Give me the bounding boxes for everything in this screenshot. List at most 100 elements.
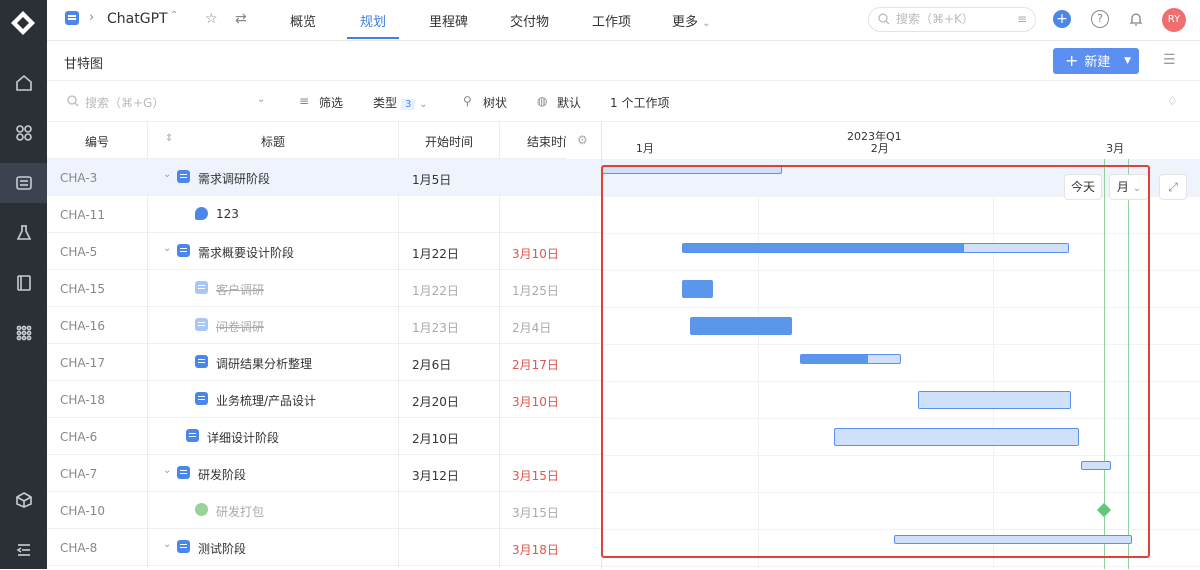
fullscreen-icon[interactable]: ⤢: [1159, 174, 1187, 200]
gantt-bar[interactable]: [682, 280, 713, 298]
caret-down-icon: ▼: [1124, 56, 1131, 66]
column-id[interactable]: 编号: [85, 133, 109, 150]
flask-icon[interactable]: [0, 213, 47, 253]
help-icon[interactable]: ?: [1091, 10, 1109, 28]
work-item-count: 1 个工作项: [610, 96, 670, 110]
expand-chevron-icon[interactable]: ⌄: [163, 465, 171, 476]
new-button[interactable]: + 新建 ▼: [1053, 48, 1139, 74]
task-icon: [195, 318, 208, 331]
plus-icon: +: [1065, 51, 1079, 70]
gantt-bar[interactable]: [918, 391, 1071, 409]
row-start-date: 3月12日: [412, 469, 459, 483]
grid-search-input[interactable]: 搜索（⌘+G）: [85, 94, 164, 111]
tab-work-items[interactable]: 工作项: [592, 11, 631, 30]
tab-more[interactable]: 更多 ⌄: [672, 11, 711, 30]
cube-icon[interactable]: [0, 480, 47, 520]
gantt-bar[interactable]: [800, 354, 902, 364]
row-title[interactable]: 客户调研: [216, 281, 264, 298]
scale-select[interactable]: 月 ⌄: [1109, 174, 1149, 200]
row-start-date: 1月22日: [412, 247, 459, 261]
row-id: CHA-3: [60, 171, 98, 185]
tab-overview[interactable]: 概览: [290, 11, 316, 30]
table-row[interactable]: CHA-5 ⌄ 需求概要设计阶段 1月22日 3月10日: [47, 233, 601, 270]
progress-fill: [801, 355, 868, 363]
row-id: CHA-15: [60, 282, 105, 296]
row-title[interactable]: 调研结果分析整理: [216, 355, 312, 372]
swap-icon[interactable]: ⇄: [235, 11, 247, 27]
gantt-bar[interactable]: [894, 535, 1133, 544]
row-title[interactable]: 研发阶段: [198, 466, 246, 483]
lightbulb-icon[interactable]: ♢: [1167, 94, 1178, 108]
table-row[interactable]: CHA-11 123: [47, 196, 601, 233]
row-id: CHA-7: [60, 467, 98, 481]
default-view-button[interactable]: 默认: [557, 94, 581, 111]
filter-button[interactable]: 筛选: [319, 94, 343, 111]
row-title[interactable]: 需求概要设计阶段: [198, 244, 294, 261]
list-view-icon[interactable]: ☰: [1163, 52, 1176, 68]
tree-view-button[interactable]: 树状: [483, 94, 507, 111]
sort-icon[interactable]: ⇕: [165, 133, 173, 144]
table-row[interactable]: CHA-16 问卷调研 1月23日 2月4日: [47, 307, 601, 344]
row-title[interactable]: 业务梳理/产品设计: [216, 392, 316, 409]
row-title[interactable]: 123: [216, 207, 239, 221]
row-start-date: 2月20日: [412, 395, 459, 409]
gantt-bar[interactable]: [602, 165, 782, 174]
book-icon[interactable]: [0, 263, 47, 303]
bell-icon[interactable]: [1128, 11, 1144, 27]
collapse-menu-icon[interactable]: [0, 530, 47, 570]
chevron-down-icon[interactable]: ⌄: [257, 94, 265, 105]
settings-gear-icon[interactable]: ⚙: [577, 133, 588, 147]
home-icon[interactable]: [0, 63, 47, 103]
row-end-date: 2月17日: [512, 358, 559, 372]
gantt-row-divider: [602, 344, 1200, 345]
avatar[interactable]: RY: [1162, 8, 1186, 32]
column-start[interactable]: 开始时间: [425, 133, 473, 150]
table-row[interactable]: CHA-6 详细设计阶段 2月10日: [47, 418, 601, 455]
row-id: CHA-16: [60, 319, 105, 333]
expand-chevron-icon[interactable]: ⌄: [163, 243, 171, 254]
table-row[interactable]: CHA-17 调研结果分析整理 2月6日 2月17日: [47, 344, 601, 381]
tab-milestones[interactable]: 里程碑: [429, 11, 468, 30]
column-title[interactable]: 标题: [261, 133, 285, 150]
add-icon[interactable]: +: [1053, 10, 1071, 28]
row-title[interactable]: 需求调研阶段: [198, 170, 270, 187]
project-icon[interactable]: [0, 163, 47, 203]
gantt-row-divider: [602, 492, 1200, 493]
milestone-check-icon: [195, 503, 208, 516]
project-switch-icon[interactable]: ⌃: [170, 10, 178, 21]
table-row[interactable]: CHA-15 客户调研 1月22日 1月25日: [47, 270, 601, 307]
milestone-diamond-icon[interactable]: [1096, 502, 1112, 518]
star-icon[interactable]: ☆: [205, 11, 218, 27]
type-filter[interactable]: 类型 3 ⌄: [373, 94, 428, 111]
global-search-input[interactable]: 搜索（⌘+K） ≡: [868, 7, 1036, 32]
project-name[interactable]: ChatGPT: [107, 11, 168, 27]
row-title[interactable]: 问卷调研: [216, 318, 264, 335]
row-title[interactable]: 详细设计阶段: [207, 429, 279, 446]
expand-chevron-icon[interactable]: ⌄: [163, 539, 171, 550]
task-icon: [177, 540, 190, 553]
table-row[interactable]: CHA-8 ⌄ 测试阶段 3月18日: [47, 529, 601, 566]
row-title[interactable]: 研发打包: [216, 503, 264, 520]
tab-planning[interactable]: 规划: [360, 11, 386, 30]
gantt-row-divider: [602, 270, 1200, 271]
gantt-row-divider: [602, 566, 1200, 567]
row-start-date: 2月10日: [412, 432, 459, 446]
apps-grid-icon[interactable]: [0, 113, 47, 153]
filter-icon[interactable]: ≡: [1017, 8, 1027, 31]
expand-chevron-icon[interactable]: ⌄: [163, 169, 171, 180]
table-row[interactable]: CHA-10 研发打包 3月15日: [47, 492, 601, 529]
row-title[interactable]: 测试阶段: [198, 540, 246, 557]
table-row[interactable]: CHA-18 业务梳理/产品设计 2月20日 3月10日: [47, 381, 601, 418]
task-icon: [195, 392, 208, 405]
tab-deliverables[interactable]: 交付物: [510, 11, 549, 30]
more-apps-icon[interactable]: [0, 313, 47, 353]
gantt-bar[interactable]: [833, 428, 1079, 446]
grid-header: 编号 ⇕ 标题 开始时间 结束时间 ⚙: [47, 122, 601, 159]
table-row[interactable]: CHA-7 ⌄ 研发阶段 3月12日 3月15日: [47, 455, 601, 492]
gantt-bar[interactable]: [690, 317, 793, 335]
app-logo-icon[interactable]: [9, 9, 37, 37]
today-button[interactable]: 今天: [1064, 174, 1102, 200]
gantt-bar[interactable]: [682, 243, 1070, 253]
gantt-bar[interactable]: [1080, 461, 1112, 470]
table-row[interactable]: CHA-3 ⌄ 需求调研阶段 1月5日: [47, 159, 601, 196]
